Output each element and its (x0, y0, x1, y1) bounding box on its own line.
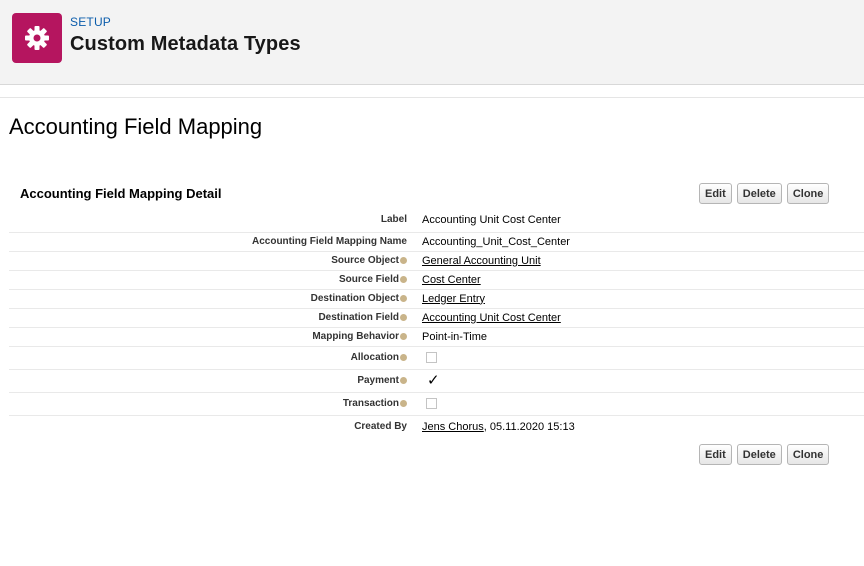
top-button-group: Edit Delete Clone (699, 183, 830, 204)
help-icon[interactable] (400, 400, 407, 407)
help-icon[interactable] (400, 314, 407, 321)
field-value: General Accounting Unit (410, 251, 864, 270)
clone-button[interactable]: Clone (786, 444, 830, 465)
help-icon[interactable] (400, 276, 407, 283)
field-value: ✓ (410, 369, 864, 392)
detail-row: Source Field Cost Center (9, 270, 864, 289)
field-value: Ledger Entry (410, 289, 864, 308)
created-by-user-link[interactable]: Jens Chorus (422, 421, 484, 433)
detail-row: Allocation (9, 346, 864, 369)
delete-button[interactable]: Delete (736, 444, 782, 465)
field-value (410, 392, 864, 415)
field-label: Accounting Field Mapping Name (251, 236, 407, 247)
field-label: Destination Field (9, 308, 410, 327)
detail-row: Mapping Behavior Point-in-Time (9, 327, 864, 346)
created-date: , 05.11.2020 15:13 (483, 420, 575, 433)
source-object-link[interactable]: General Accounting Unit (422, 255, 541, 267)
field-value: Point-in-Time (422, 330, 487, 343)
page-title: Accounting Field Mapping (9, 114, 263, 139)
edit-button[interactable]: Edit (699, 183, 732, 204)
payment-checkmark-icon: ✓ (427, 372, 440, 389)
field-label: Allocation (9, 346, 410, 369)
field-value: Accounting Unit Cost Center (422, 213, 561, 226)
field-label: Source Field (9, 270, 410, 289)
help-icon[interactable] (400, 295, 407, 302)
source-field-link[interactable]: Cost Center (422, 274, 481, 286)
field-label: Transaction (9, 392, 410, 415)
setup-header: SETUP Custom Metadata Types (0, 0, 864, 85)
detail-row: Destination Object Ledger Entry (9, 289, 864, 308)
setup-eyebrow[interactable]: SETUP (70, 15, 111, 29)
detail-row: Label Accounting Unit Cost Center (9, 208, 864, 232)
field-label: Created By (354, 421, 407, 433)
transaction-checkbox (426, 398, 437, 410)
field-value: Cost Center (410, 270, 864, 289)
edit-button[interactable]: Edit (699, 444, 732, 465)
field-label: Source Object (9, 251, 410, 270)
detail-row: Accounting Field Mapping Name Accounting… (9, 232, 864, 251)
field-label: Destination Object (9, 289, 410, 308)
section-title: Accounting Field Mapping Detail (20, 186, 222, 201)
detail-row: Source Object General Accounting Unit (9, 251, 864, 270)
detail-row: Transaction (9, 392, 864, 415)
delete-button[interactable]: Delete (736, 183, 782, 204)
detail-row: Destination Field Accounting Unit Cost C… (9, 308, 864, 327)
destination-field-link[interactable]: Accounting Unit Cost Center (422, 312, 561, 324)
setup-title: Custom Metadata Types (70, 33, 301, 55)
detail-row: Payment ✓ (9, 369, 864, 392)
field-label: Label (380, 214, 407, 226)
gear-icon (12, 13, 62, 63)
help-icon[interactable] (400, 354, 407, 361)
detail-row: Created By Jens Chorus, 05.11.2020 15:13 (9, 415, 864, 438)
help-icon[interactable] (400, 257, 407, 264)
allocation-checkbox (426, 352, 437, 364)
help-icon[interactable] (400, 333, 407, 340)
help-icon[interactable] (400, 377, 407, 384)
header-divider (0, 97, 864, 98)
field-label: Mapping Behavior (9, 327, 410, 346)
field-value: Jens Chorus, 05.11.2020 15:13 (410, 415, 864, 438)
detail-table: Label Accounting Unit Cost Center Accoun… (9, 208, 864, 438)
field-label: Payment (9, 369, 410, 392)
field-value: Accounting Unit Cost Center (410, 308, 864, 327)
field-value: Accounting_Unit_Cost_Center (422, 235, 570, 248)
field-value (410, 346, 864, 369)
destination-object-link[interactable]: Ledger Entry (422, 293, 485, 305)
clone-button[interactable]: Clone (786, 183, 830, 204)
bottom-button-group: Edit Delete Clone (699, 444, 830, 465)
